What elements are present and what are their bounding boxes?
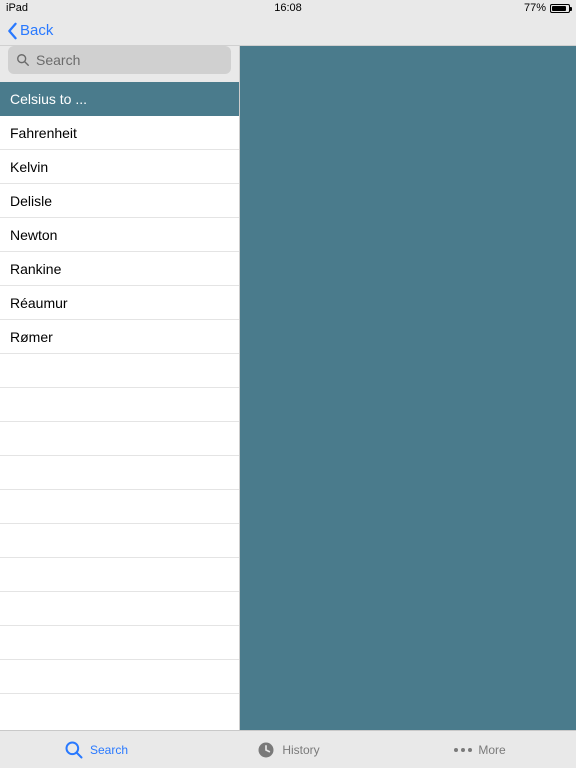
list-item-empty bbox=[0, 422, 239, 456]
tab-bar: Search History More bbox=[0, 730, 576, 768]
list-item-label: Rømer bbox=[10, 329, 53, 345]
back-label: Back bbox=[20, 22, 53, 39]
search-icon bbox=[64, 740, 84, 760]
search-placeholder: Search bbox=[36, 52, 80, 68]
conversion-list: Fahrenheit Kelvin Delisle Newton Rankine… bbox=[0, 116, 239, 730]
status-device: iPad bbox=[6, 2, 28, 14]
tab-label: History bbox=[282, 743, 319, 757]
list-item-label: Delisle bbox=[10, 193, 52, 209]
list-item-label: Fahrenheit bbox=[10, 125, 77, 141]
list-item-empty bbox=[0, 558, 239, 592]
list-item-empty bbox=[0, 354, 239, 388]
tab-search[interactable]: Search bbox=[0, 731, 192, 768]
list-item-fahrenheit[interactable]: Fahrenheit bbox=[0, 116, 239, 150]
list-item-newton[interactable]: Newton bbox=[0, 218, 239, 252]
list-item-rankine[interactable]: Rankine bbox=[0, 252, 239, 286]
list-item-empty bbox=[0, 524, 239, 558]
back-button[interactable]: Back bbox=[6, 22, 53, 40]
status-time: 16:08 bbox=[274, 2, 302, 14]
list-item-label: Kelvin bbox=[10, 159, 48, 175]
status-battery: 77% bbox=[524, 2, 570, 14]
list-item-empty bbox=[0, 592, 239, 626]
list-item-label: Newton bbox=[10, 227, 57, 243]
list-item-empty bbox=[0, 490, 239, 524]
more-icon bbox=[454, 748, 472, 752]
nav-bar: Back bbox=[0, 16, 576, 46]
detail-pane bbox=[240, 46, 576, 730]
list-item-empty bbox=[0, 456, 239, 490]
tab-label: Search bbox=[90, 743, 128, 757]
section-title: Celsius to ... bbox=[10, 91, 87, 107]
list-item-romer[interactable]: Rømer bbox=[0, 320, 239, 354]
search-icon bbox=[16, 53, 30, 67]
battery-percentage: 77% bbox=[524, 2, 546, 14]
list-item-empty bbox=[0, 660, 239, 694]
sidebar: Search Celsius to ... Fahrenheit Kelvin … bbox=[0, 46, 240, 730]
list-item-reaumur[interactable]: Réaumur bbox=[0, 286, 239, 320]
list-item-label: Réaumur bbox=[10, 295, 68, 311]
tab-label: More bbox=[478, 743, 505, 757]
tab-more[interactable]: More bbox=[384, 731, 576, 768]
split-view: Search Celsius to ... Fahrenheit Kelvin … bbox=[0, 46, 576, 730]
list-item-empty bbox=[0, 388, 239, 422]
list-item-kelvin[interactable]: Kelvin bbox=[0, 150, 239, 184]
list-item-label: Rankine bbox=[10, 261, 61, 277]
history-icon bbox=[256, 740, 276, 760]
status-bar: iPad 16:08 77% bbox=[0, 0, 576, 16]
list-item-empty bbox=[0, 626, 239, 660]
battery-icon bbox=[550, 4, 570, 13]
tab-history[interactable]: History bbox=[192, 731, 384, 768]
search-input[interactable]: Search bbox=[8, 46, 231, 74]
list-item-delisle[interactable]: Delisle bbox=[0, 184, 239, 218]
search-container: Search bbox=[0, 46, 239, 82]
section-header: Celsius to ... bbox=[0, 82, 239, 116]
chevron-left-icon bbox=[6, 22, 18, 40]
